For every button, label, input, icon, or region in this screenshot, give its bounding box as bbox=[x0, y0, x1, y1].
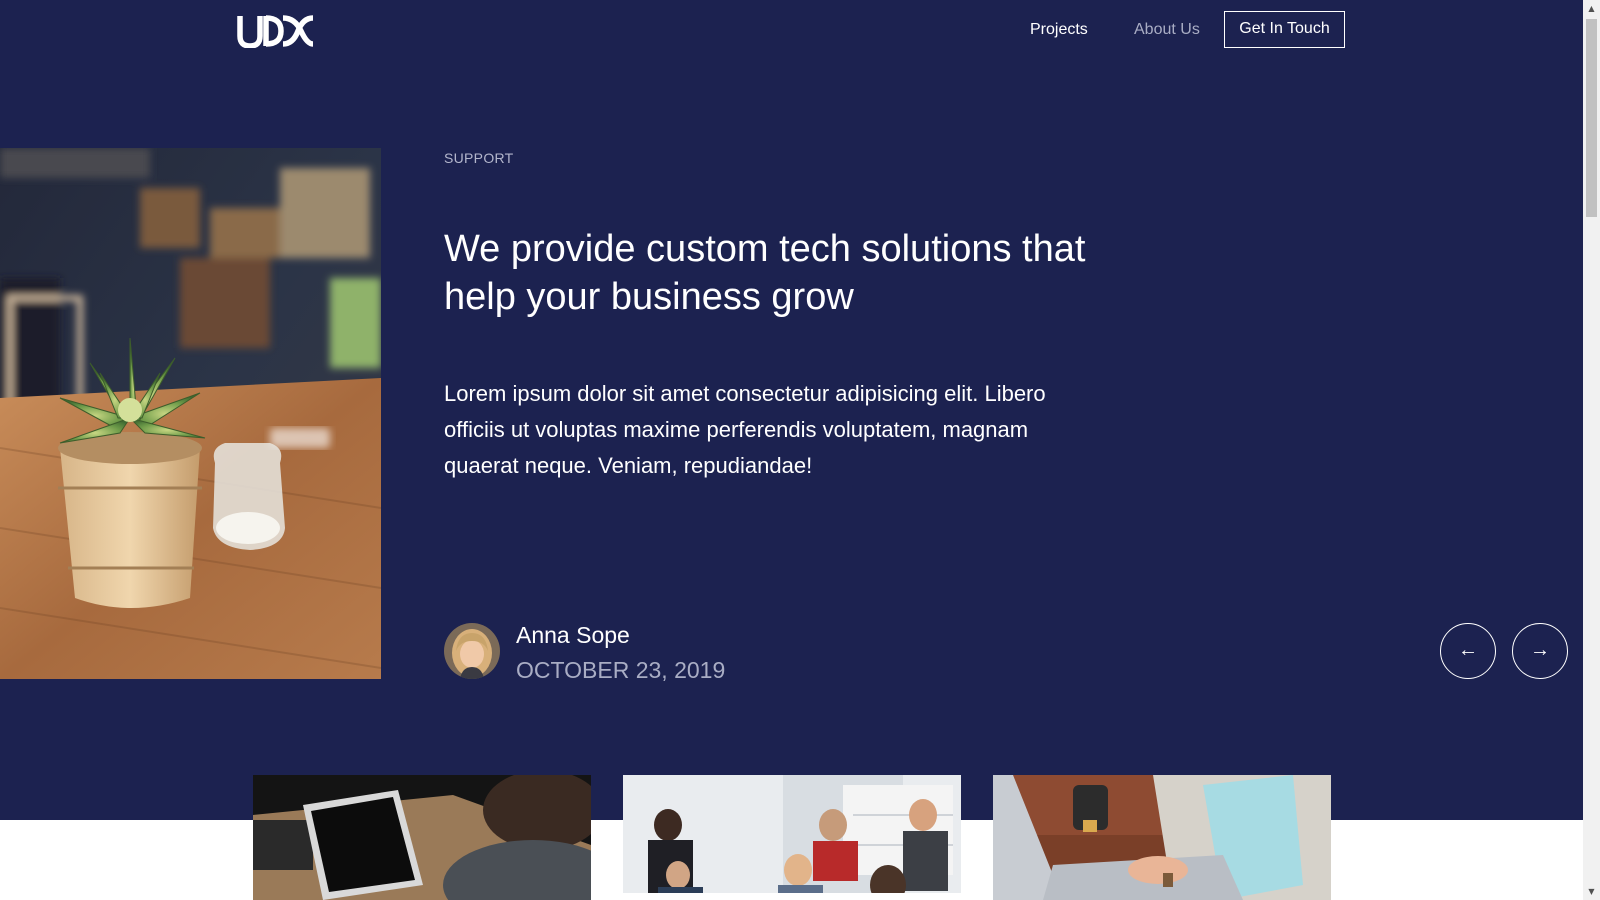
nav-projects-link[interactable]: Projects bbox=[1030, 19, 1088, 41]
previous-slide-button[interactable]: ← bbox=[1440, 623, 1496, 679]
eyebrow-label: SUPPORT bbox=[444, 150, 514, 166]
nav-about-link[interactable]: About Us bbox=[1134, 19, 1200, 41]
post-date: OCTOBER 23, 2019 bbox=[516, 657, 726, 683]
page: Projects About Us Get In Touch SUPPORT W… bbox=[0, 0, 1600, 900]
hero-section: Projects About Us Get In Touch SUPPORT W… bbox=[0, 0, 1583, 820]
arrow-left-icon: ← bbox=[1458, 639, 1478, 661]
thumbnail-team-meeting[interactable] bbox=[623, 775, 961, 900]
thumbnail-laptop-outdoor[interactable] bbox=[253, 775, 591, 900]
hero-photo-plant bbox=[0, 148, 381, 679]
udx-logo[interactable] bbox=[237, 14, 313, 48]
scrollbar-thumb[interactable] bbox=[1586, 19, 1597, 217]
author-name: Anna Sope bbox=[516, 622, 630, 648]
arrow-right-icon: → bbox=[1530, 639, 1550, 661]
scroll-down-icon[interactable]: ▼ bbox=[1583, 883, 1600, 900]
hero-headline: We provide custom tech solutions that he… bbox=[444, 228, 1086, 318]
author-avatar bbox=[444, 623, 500, 679]
thumbnail-laptop-typing[interactable] bbox=[993, 775, 1331, 900]
hero-body-text: Lorem ipsum dolor sit amet consectetur a… bbox=[444, 381, 1046, 478]
get-in-touch-button[interactable]: Get In Touch bbox=[1224, 11, 1345, 48]
page-scrollbar[interactable]: ▲ ▼ bbox=[1583, 0, 1600, 900]
next-slide-button[interactable]: → bbox=[1512, 623, 1568, 679]
scroll-up-icon[interactable]: ▲ bbox=[1583, 0, 1600, 17]
